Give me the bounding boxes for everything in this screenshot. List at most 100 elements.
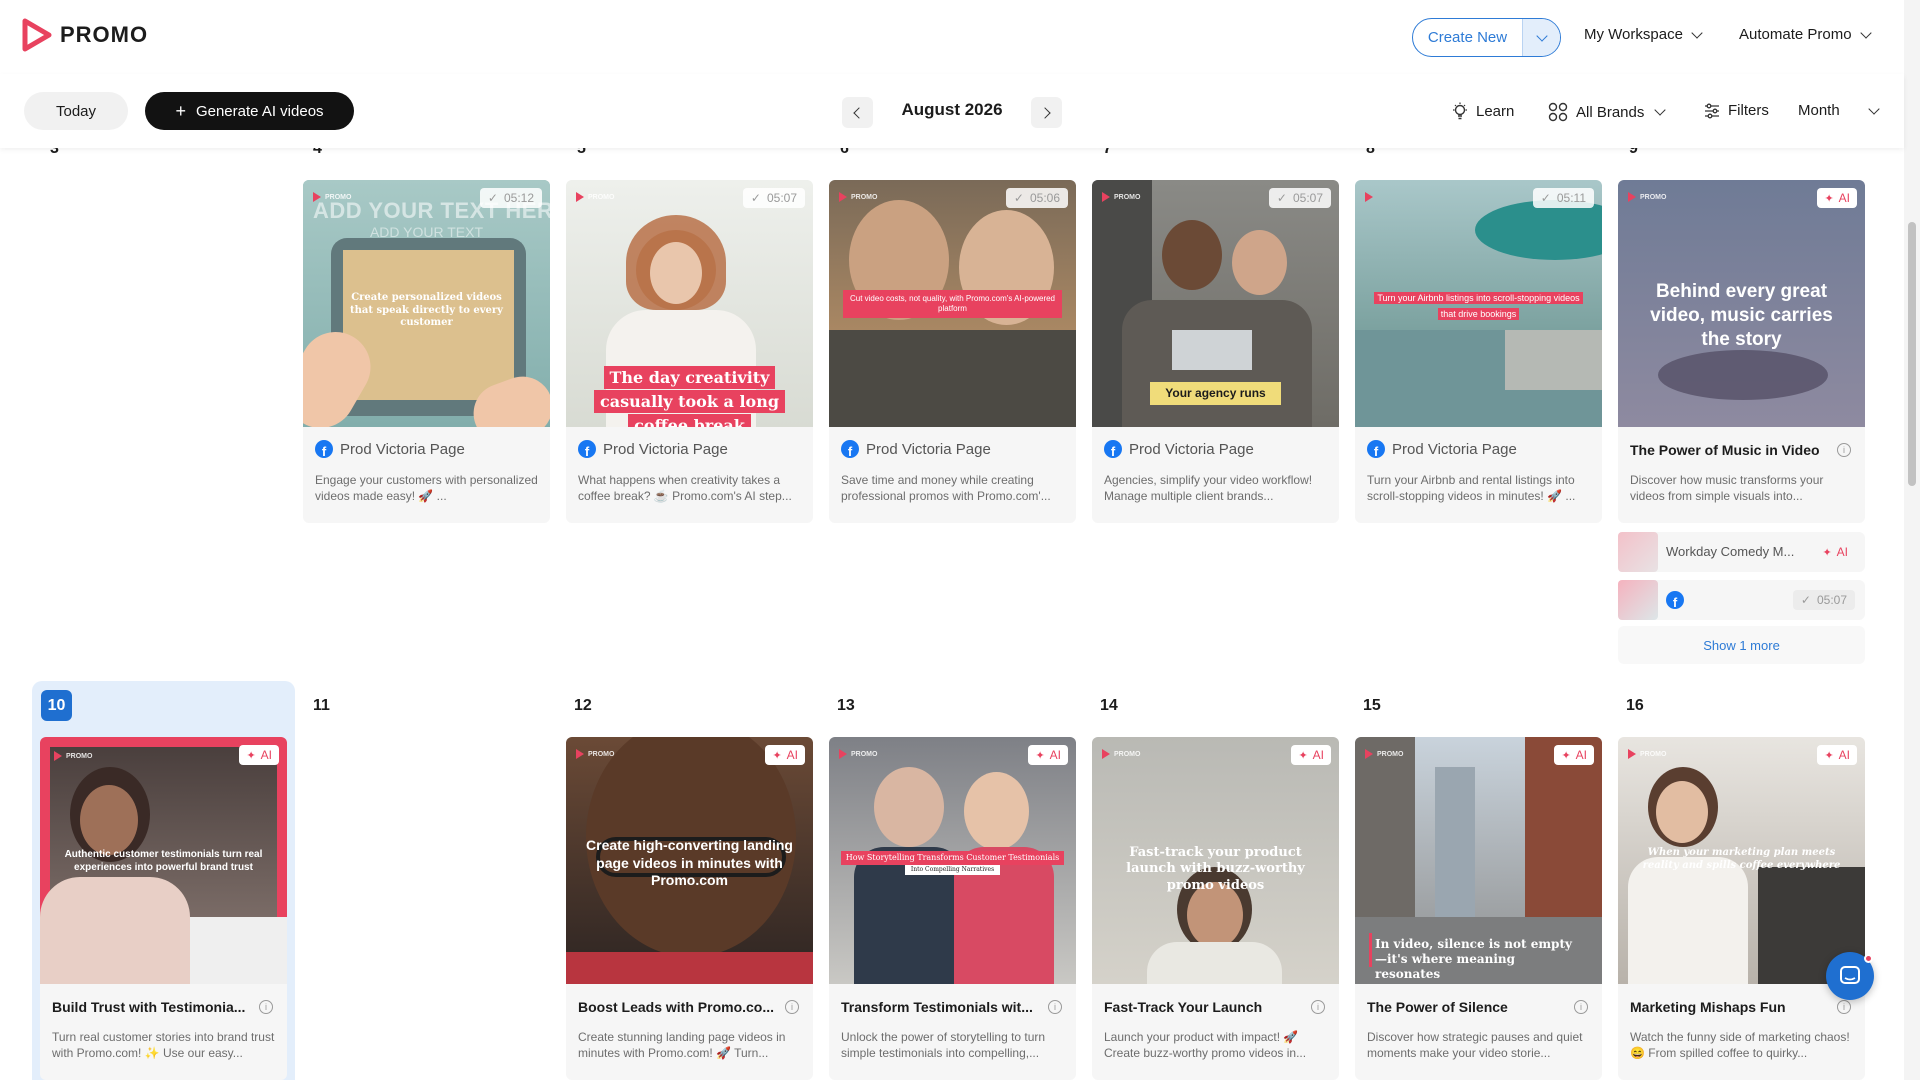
day-number: 5 <box>577 148 586 157</box>
video-post-card[interactable]: When your marketing plan meets reality a… <box>1618 737 1865 1080</box>
thumbnail-caption: How Storytelling Transforms Customer Tes… <box>841 851 1064 865</box>
check-icon: ✓ <box>1276 191 1287 205</box>
view-label: Month <box>1798 102 1840 119</box>
post-description: Turn real customer stories into brand tr… <box>52 1030 275 1060</box>
day-number: 14 <box>1100 697 1118 714</box>
learn-label: Learn <box>1476 102 1515 120</box>
thumbnail-caption: Your agency runs <box>1150 382 1281 405</box>
all-brands-dropdown[interactable]: All Brands <box>1548 102 1667 122</box>
video-post-card[interactable]: The day creativity casually took a long … <box>566 180 813 523</box>
post-title: Build Trust with Testimonia... <box>52 999 246 1015</box>
create-new-dropdown[interactable] <box>1522 19 1560 56</box>
video-thumbnail[interactable]: ADD YOUR TEXT HERE ADD YOUR TEXT Create … <box>303 180 550 427</box>
sparkle-icon: ✦ <box>1298 749 1308 762</box>
promo-watermark: PROMO <box>1102 749 1140 759</box>
info-icon[interactable]: i <box>259 1000 273 1014</box>
prev-month-button[interactable] <box>842 97 873 128</box>
video-thumbnail[interactable]: Cut video costs, not quality, with Promo… <box>829 180 1076 427</box>
video-thumbnail[interactable]: Turn your Airbnb listings into scroll-st… <box>1355 180 1602 427</box>
video-post-card[interactable]: Fast-track your product launch with buzz… <box>1092 737 1339 1080</box>
video-thumbnail[interactable]: In video, silence is not empty—it's wher… <box>1355 737 1602 984</box>
post-title: The Power of Silence <box>1367 999 1508 1015</box>
scheduled-time-badge: ✓ 05:11 <box>1532 188 1594 208</box>
video-post-card[interactable]: Your agency runs PROMO ✓ 05:07 f Prod Vict… <box>1092 180 1339 523</box>
video-thumbnail[interactable]: The day creativity casually took a long … <box>566 180 813 427</box>
mini-post-item[interactable]: Workday Comedy M... ✦ AI <box>1618 532 1865 572</box>
create-new-label: Create New <box>1427 29 1508 46</box>
mini-post-item[interactable]: f ✓ 05:07 <box>1618 580 1865 620</box>
video-post-card[interactable]: Turn your Airbnb listings into scroll-st… <box>1355 180 1602 523</box>
post-description: Unlock the power of storytelling to turn… <box>841 1030 1046 1060</box>
next-month-button[interactable] <box>1031 97 1062 128</box>
page-scrollbar[interactable] <box>1904 0 1920 1080</box>
chevron-down-icon <box>1654 104 1667 116</box>
day-number: 7 <box>1103 148 1112 157</box>
video-post-card[interactable]: Authentic customer testimonials turn rea… <box>40 737 287 1080</box>
post-title: Marketing Mishaps Fun <box>1630 999 1786 1015</box>
workspace-label: My Workspace <box>1584 26 1683 43</box>
show-more-link[interactable]: Show 1 more <box>1618 626 1865 664</box>
mini-thumbnail <box>1618 580 1658 620</box>
video-post-card[interactable]: Create high-converting landing page vide… <box>566 737 813 1080</box>
facebook-page-label: f Prod Victoria Page <box>315 440 465 458</box>
workspace-menu[interactable]: My Workspace <box>1584 26 1703 43</box>
info-icon[interactable]: i <box>1574 1000 1588 1014</box>
scheduled-time-badge: ✓ 05:07 <box>742 188 805 208</box>
video-thumbnail[interactable]: Create high-converting landing page vide… <box>566 737 813 984</box>
promo-watermark: PROMO <box>1102 192 1140 202</box>
promo-watermark: PROMO <box>576 749 614 759</box>
ai-badge: ✦ AI <box>1817 745 1857 765</box>
view-month-dropdown[interactable]: Month <box>1798 102 1880 119</box>
automate-promo-menu[interactable]: Automate Promo <box>1739 26 1872 43</box>
automate-label: Automate Promo <box>1739 26 1852 43</box>
promo-watermark: PROMO <box>1628 192 1666 202</box>
video-post-card[interactable]: How Storytelling Transforms Customer Tes… <box>829 737 1076 1080</box>
chevron-down-icon <box>1868 102 1880 115</box>
video-post-card[interactable]: ADD YOUR TEXT HERE ADD YOUR TEXT Create … <box>303 180 550 523</box>
sparkle-icon: ✦ <box>1822 546 1832 559</box>
video-thumbnail[interactable]: How Storytelling Transforms Customer Tes… <box>829 737 1076 984</box>
facebook-icon: f <box>578 440 596 458</box>
generate-ai-videos-button[interactable]: + Generate AI videos <box>145 92 354 130</box>
plus-icon: + <box>175 101 186 121</box>
chevron-down-icon <box>1859 26 1872 39</box>
sparkle-icon: ✦ <box>1824 749 1834 762</box>
today-day-number: 10 <box>41 690 72 721</box>
video-post-card[interactable]: Behind every great video, music carries … <box>1618 180 1865 523</box>
video-thumbnail[interactable]: When your marketing plan meets reality a… <box>1618 737 1865 984</box>
video-thumbnail[interactable]: Your agency runs PROMO ✓ 05:07 <box>1092 180 1339 427</box>
mini-thumbnail <box>1618 532 1658 572</box>
mini-post-label: Workday Comedy M... <box>1666 544 1795 559</box>
filters-button[interactable]: Filters <box>1704 102 1769 119</box>
scheduled-time-badge: ✓ 05:07 <box>1792 590 1855 610</box>
info-icon[interactable]: i <box>1837 1000 1851 1014</box>
day-number: 12 <box>574 697 592 714</box>
video-post-card[interactable]: In video, silence is not empty—it's wher… <box>1355 737 1602 1080</box>
day-number: 8 <box>1366 148 1375 157</box>
chat-support-button[interactable] <box>1826 952 1874 1000</box>
info-icon[interactable]: i <box>1311 1000 1325 1014</box>
promo-logo[interactable]: PROMO <box>22 18 148 52</box>
info-icon[interactable]: i <box>1048 1000 1062 1014</box>
thumbnail-caption: Create personalized videos that speak di… <box>350 292 503 328</box>
post-title: Transform Testimonials wit... <box>841 999 1033 1015</box>
video-thumbnail[interactable]: Behind every great video, music carries … <box>1618 180 1865 427</box>
day-number: 11 <box>313 697 330 714</box>
all-brands-label: All Brands <box>1576 103 1645 121</box>
info-icon[interactable]: i <box>785 1000 799 1014</box>
scrollbar-thumb[interactable] <box>1908 222 1916 486</box>
facebook-page-label: f Prod Victoria Page <box>1367 440 1517 458</box>
promo-watermark: PROMO <box>54 751 92 761</box>
create-new-button[interactable]: Create New <box>1412 18 1561 57</box>
post-description: Launch your product with impact! 🚀 Creat… <box>1104 1030 1307 1060</box>
video-post-card[interactable]: Cut video costs, not quality, with Promo… <box>829 180 1076 523</box>
video-thumbnail[interactable]: Authentic customer testimonials turn rea… <box>40 737 287 984</box>
today-button[interactable]: Today <box>24 92 128 130</box>
info-icon[interactable]: i <box>1837 443 1851 457</box>
calendar-app: PROMO Create New My Workspace Automate P… <box>0 0 1920 1080</box>
video-thumbnail[interactable]: Fast-track your product launch with buzz… <box>1092 737 1339 984</box>
post-description: Discover how music transforms your video… <box>1630 473 1824 503</box>
facebook-page-label: f Prod Victoria Page <box>1104 440 1254 458</box>
learn-button[interactable]: Learn <box>1452 102 1514 120</box>
ai-badge: ✦ AI <box>1291 745 1331 765</box>
